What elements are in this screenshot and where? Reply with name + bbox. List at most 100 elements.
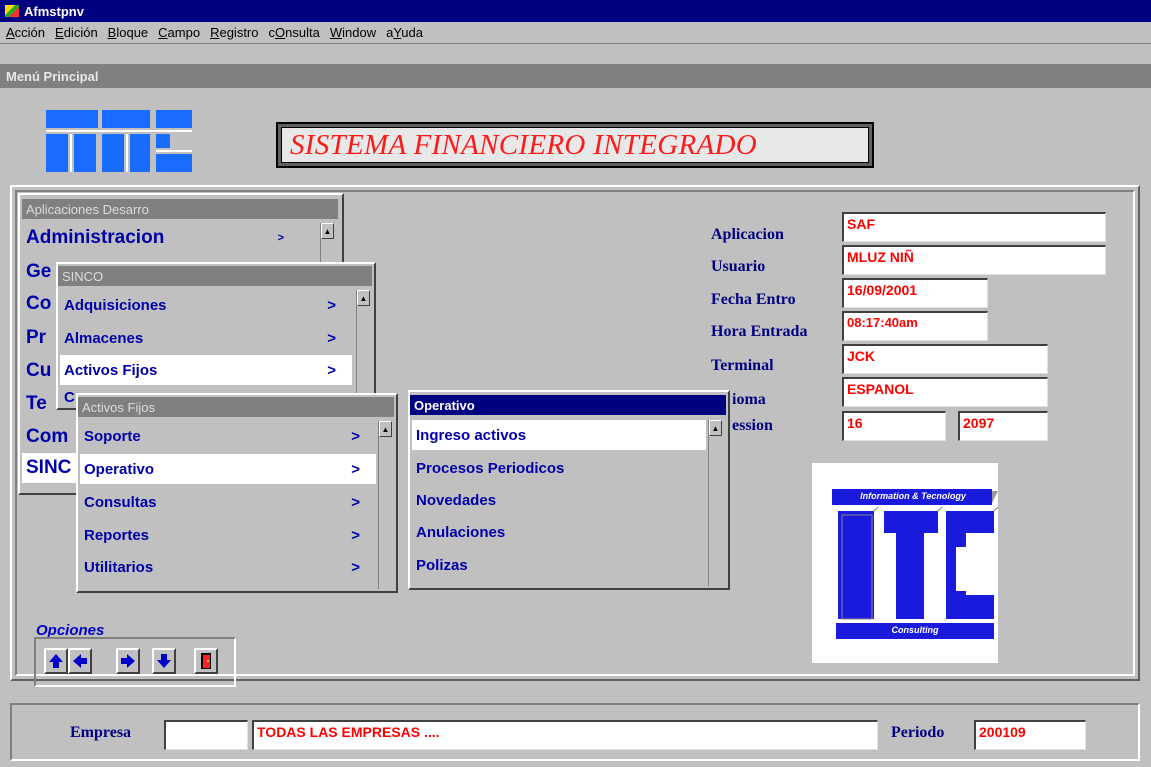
activos-item-operativo[interactable]: Operativo > — [80, 454, 376, 484]
empresa-name-field[interactable]: TODAS LAS EMPRESAS .... — [252, 720, 878, 750]
scroll-up-icon[interactable]: ▲ — [379, 421, 392, 437]
usuario-label: Usuario — [711, 258, 766, 275]
app-item-label: Te — [26, 393, 47, 414]
sinco-menu-header: SINCO — [58, 266, 372, 286]
sinco-item-adquisiciones[interactable]: Adquisiciones > — [60, 290, 352, 320]
operativo-item-label: Anulaciones — [416, 523, 506, 541]
idioma-field[interactable]: ESPANOL — [842, 377, 1048, 407]
submenu-arrow-icon: > — [327, 361, 336, 379]
fecha-entro-field[interactable]: 16/09/2001 — [842, 278, 988, 308]
terminal-field[interactable]: JCK — [842, 344, 1048, 374]
activos-item-label: Utilitarios — [84, 558, 154, 576]
menu-bloque[interactable]: Bloque — [108, 25, 148, 40]
operativo-menu-header: Operativo — [410, 395, 726, 415]
toolbar-area — [0, 44, 1151, 64]
activos-menu-scrollbar[interactable]: ▲ — [378, 421, 392, 589]
menu-campo[interactable]: Campo — [158, 25, 200, 40]
fecha-entro-label: Fecha Entro — [711, 291, 796, 308]
exit-door-icon — [201, 653, 211, 669]
app-item-label: Co — [26, 293, 52, 314]
sinco-item-label: C — [64, 388, 75, 406]
operativo-item-label: Novedades — [416, 491, 497, 509]
arrow-up-button[interactable] — [44, 648, 68, 674]
operativo-menu: Operativo Ingreso activos Procesos Perio… — [408, 390, 730, 590]
periodo-label: Periodo — [891, 724, 945, 741]
app-item-label: Administracion — [26, 227, 165, 248]
itc-logo-icon — [44, 108, 194, 174]
logo-top-text: Information & Tecnology — [860, 491, 966, 501]
arrow-left-button[interactable] — [68, 648, 92, 674]
activos-item-soporte[interactable]: Soporte > — [80, 421, 376, 451]
scroll-up-icon[interactable]: ▲ — [321, 223, 334, 239]
operativo-item-novedades[interactable]: Novedades — [412, 485, 706, 515]
submenu-arrow-icon: > — [351, 558, 360, 576]
app-item-label: Cu — [26, 360, 52, 381]
activos-fijos-menu: Activos Fijos Soporte > Operativo > Consul… — [76, 393, 398, 593]
hora-entrada-label: Hora Entrada — [711, 323, 808, 340]
banner-title: SISTEMA FINANCIERO INTEGRADO — [281, 127, 869, 163]
menu-ayuda[interactable]: aYuda — [386, 25, 423, 40]
operativo-item-anulaciones[interactable]: Anulaciones — [412, 517, 706, 547]
itc-consulting-logo: Information & Tecnology Consulting — [812, 463, 999, 663]
menu-accion[interactable]: Acción — [6, 25, 45, 40]
operativo-item-polizas[interactable]: Polizas — [412, 550, 706, 580]
usuario-field[interactable]: MLUZ NIÑ — [842, 245, 1106, 275]
arrow-up-icon — [49, 654, 63, 668]
app-item-label: Com — [26, 426, 69, 447]
app-item-administracion[interactable]: Administracion > — [22, 223, 312, 253]
subwindow-title: Menú Principal — [0, 64, 1151, 88]
sinco-item-label: Adquisiciones — [64, 296, 167, 314]
session-field-a[interactable]: 16 — [842, 411, 946, 441]
operativo-item-procesos-periodicos[interactable]: Procesos Periodicos — [412, 453, 706, 483]
logo-bottom-text: Consulting — [891, 625, 939, 635]
sinco-item-activos-fijos[interactable]: Activos Fijos > — [60, 355, 352, 385]
menu-window[interactable]: Window — [330, 25, 376, 40]
operativo-item-label: Ingreso activos — [416, 426, 527, 444]
activos-item-utilitarios[interactable]: Utilitarios > — [80, 552, 376, 582]
activos-fijos-menu-header: Activos Fijos — [78, 397, 394, 417]
operativo-item-label: Procesos Periodicos — [416, 459, 565, 477]
menu-bar: Acción Edición Bloque Campo Registro cOn… — [0, 22, 1151, 44]
activos-item-reportes[interactable]: Reportes > — [80, 520, 376, 550]
empresa-code-field[interactable] — [164, 720, 248, 750]
submenu-arrow-icon: > — [351, 493, 360, 511]
activos-item-label: Consultas — [84, 493, 157, 511]
scroll-up-icon[interactable]: ▲ — [709, 420, 722, 436]
operativo-menu-scrollbar[interactable]: ▲ — [708, 420, 722, 586]
hora-entrada-field[interactable]: 08:17:40am — [842, 311, 988, 341]
exit-button[interactable] — [194, 648, 218, 674]
session-field-b[interactable]: 2097 — [958, 411, 1048, 441]
periodo-field[interactable]: 200109 — [974, 720, 1086, 750]
app-icon — [4, 3, 20, 19]
sinco-item-label: Almacenes — [64, 329, 144, 347]
arrow-down-icon — [157, 654, 171, 668]
submenu-arrow-icon: > — [277, 232, 284, 244]
menu-edicion[interactable]: Edición — [55, 25, 98, 40]
submenu-arrow-icon: > — [351, 526, 360, 544]
sinco-menu: SINCO Adquisiciones > Almacenes > Activos … — [56, 262, 376, 410]
sinco-item-label: Activos Fijos — [64, 361, 158, 379]
arrow-right-button[interactable] — [116, 648, 140, 674]
operativo-item-ingreso-activos[interactable]: Ingreso activos — [412, 420, 706, 450]
terminal-label: Terminal — [711, 357, 774, 374]
menu-consulta[interactable]: cOnsulta — [269, 25, 320, 40]
sinco-menu-scrollbar[interactable]: ▲ — [356, 290, 370, 408]
arrow-down-button[interactable] — [152, 648, 176, 674]
menu-registro[interactable]: Registro — [210, 25, 258, 40]
app-item-label: Ge — [26, 261, 52, 282]
activos-item-consultas[interactable]: Consultas > — [80, 487, 376, 517]
activos-item-label: Operativo — [84, 460, 155, 478]
system-banner: SISTEMA FINANCIERO INTEGRADO — [276, 122, 874, 168]
scroll-up-icon[interactable]: ▲ — [357, 290, 370, 306]
title-bar: Afmstpnv — [0, 0, 1151, 22]
subwindow-title-text: Menú Principal — [6, 68, 99, 84]
aplicacion-field[interactable]: SAF — [842, 212, 1106, 242]
arrow-right-icon — [121, 654, 135, 668]
empresa-label: Empresa — [70, 724, 132, 741]
idioma-label: ioma — [732, 391, 766, 408]
submenu-arrow-icon: > — [351, 460, 360, 478]
applications-menu-header: Aplicaciones Desarro — [22, 199, 338, 219]
submenu-arrow-icon: > — [327, 296, 336, 314]
submenu-arrow-icon: > — [327, 329, 336, 347]
sinco-item-almacenes[interactable]: Almacenes > — [60, 323, 352, 353]
